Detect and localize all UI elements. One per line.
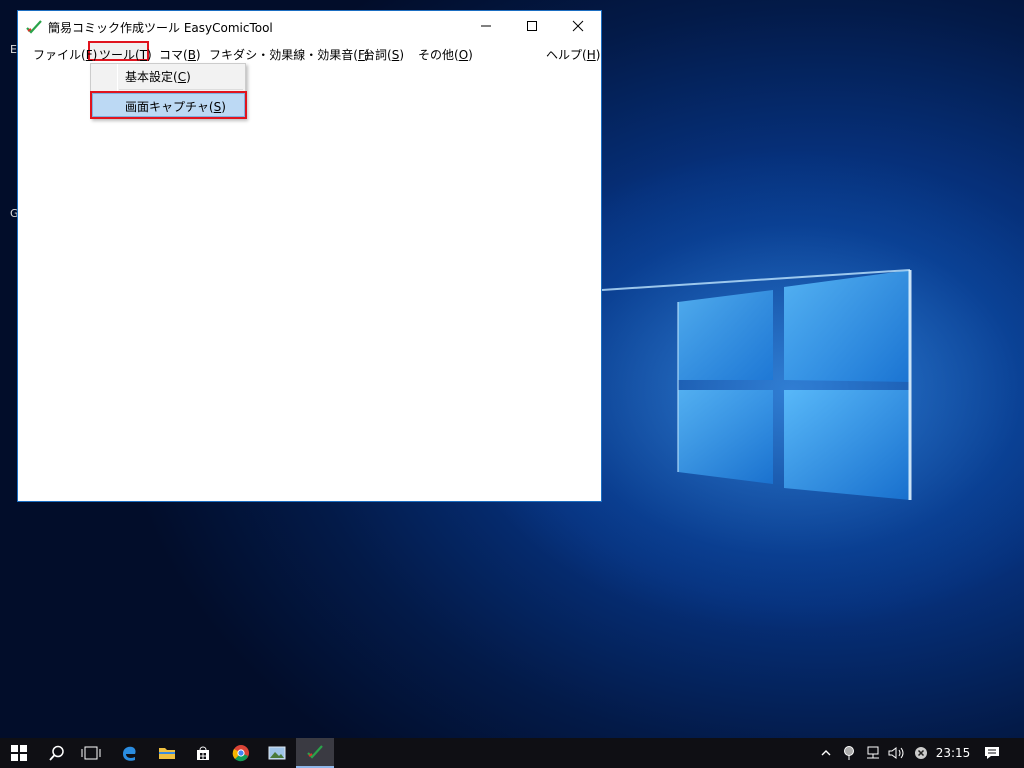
picture-icon [268,746,286,760]
file-explorer-button[interactable] [148,738,186,768]
dropdown-divider [119,89,243,90]
menu-label: ツール( [99,48,140,62]
menu-accelerator: T [139,48,148,62]
minimize-button[interactable] [463,11,509,41]
chrome-button[interactable] [222,738,260,768]
menu-label-tail: ) [195,48,201,62]
windows-start-icon [11,745,27,761]
taskbar: 23:15 [0,738,1024,768]
chevron-up-icon [821,750,831,756]
app-window: 簡易コミック作成ツール EasyComicTool ファイル(F) ツール(T)… [17,10,602,502]
window-title: 簡易コミック作成ツール EasyComicTool [48,21,273,35]
menu-item-screen-capture[interactable]: 画面キャプチャ(S) [125,98,226,115]
dropdown-label-tail: ) [186,70,191,84]
menu-fukidashi[interactable]: フキダシ・効果線・効果音(F) [209,46,370,63]
task-view-icon [81,746,101,760]
menu-item-basic-settings[interactable]: 基本設定(C) [125,68,191,85]
photo-app-button[interactable] [258,738,296,768]
menu-file[interactable]: ファイル(F) [33,46,97,63]
minimize-icon [481,25,491,27]
menu-label-tail: ) [147,48,152,62]
desktop-icon-fragment[interactable]: E [10,43,17,56]
task-view-button[interactable] [72,738,110,768]
dropdown-accelerator: C [177,70,187,84]
menu-label: ヘルプ( [546,48,587,62]
chrome-icon [232,745,249,762]
dropdown-label-tail: ) [221,100,226,114]
speaker-icon [888,747,904,759]
network-icon [867,746,879,759]
app-brush-icon [307,745,323,759]
notification-icon [985,747,999,759]
menu-bar: ファイル(F) ツール(T) コマ(B) フキダシ・効果線・効果音(F) 台詞(… [18,41,601,64]
location-icon [844,746,854,760]
show-hidden-icons-button[interactable] [816,738,836,768]
menu-accelerator: O [458,48,469,62]
close-icon [572,20,584,32]
tray-volume-button[interactable] [886,738,908,768]
menu-label-tail: ) [468,48,473,62]
menu-koma[interactable]: コマ(B) [159,46,201,63]
search-icon [49,745,64,761]
menu-label: その他( [418,48,459,62]
tray-status-button[interactable] [910,738,932,768]
tray-network-button[interactable] [862,738,884,768]
store-button[interactable] [184,738,222,768]
start-button[interactable] [0,738,38,768]
menu-other[interactable]: その他(O) [418,46,473,63]
menu-label: 台詞( [363,48,392,62]
maximize-icon [527,21,537,31]
title-bar[interactable]: 簡易コミック作成ツール EasyComicTool [18,11,601,42]
menu-accelerator: F [85,48,93,62]
tray-location-button[interactable] [838,738,860,768]
menu-accelerator: B [187,48,196,62]
menu-label-tail: ) [399,48,404,62]
menu-label: コマ( [159,48,188,62]
dropdown-label: 画面キャプチャ( [125,100,214,114]
action-center-button[interactable] [978,738,1006,768]
menu-tool[interactable]: ツール(T) [99,46,152,63]
menu-accelerator: H [586,48,596,62]
search-button[interactable] [38,738,76,768]
easycomictool-taskbar-button[interactable] [296,738,334,768]
menu-help[interactable]: ヘルプ(H) [546,46,600,63]
app-brush-icon [26,20,42,34]
store-bag-icon [197,746,209,760]
maximize-button[interactable] [509,11,555,41]
menu-label-tail: ) [92,48,98,62]
close-circle-icon [915,747,927,759]
folder-icon [159,748,175,759]
edge-icon [123,746,136,761]
edge-browser-button[interactable] [110,738,148,768]
menu-label: ファイル( [33,48,86,62]
clock[interactable]: 23:15 [934,738,972,768]
close-button[interactable] [555,11,601,41]
menu-label: フキダシ・効果線・効果音( [209,48,358,62]
dropdown-label: 基本設定( [125,70,178,84]
menu-serifu[interactable]: 台詞(S) [363,46,404,63]
tool-dropdown-menu: 基本設定(C) 画面キャプチャ(S) [90,63,247,119]
menu-label-tail: ) [595,48,601,62]
